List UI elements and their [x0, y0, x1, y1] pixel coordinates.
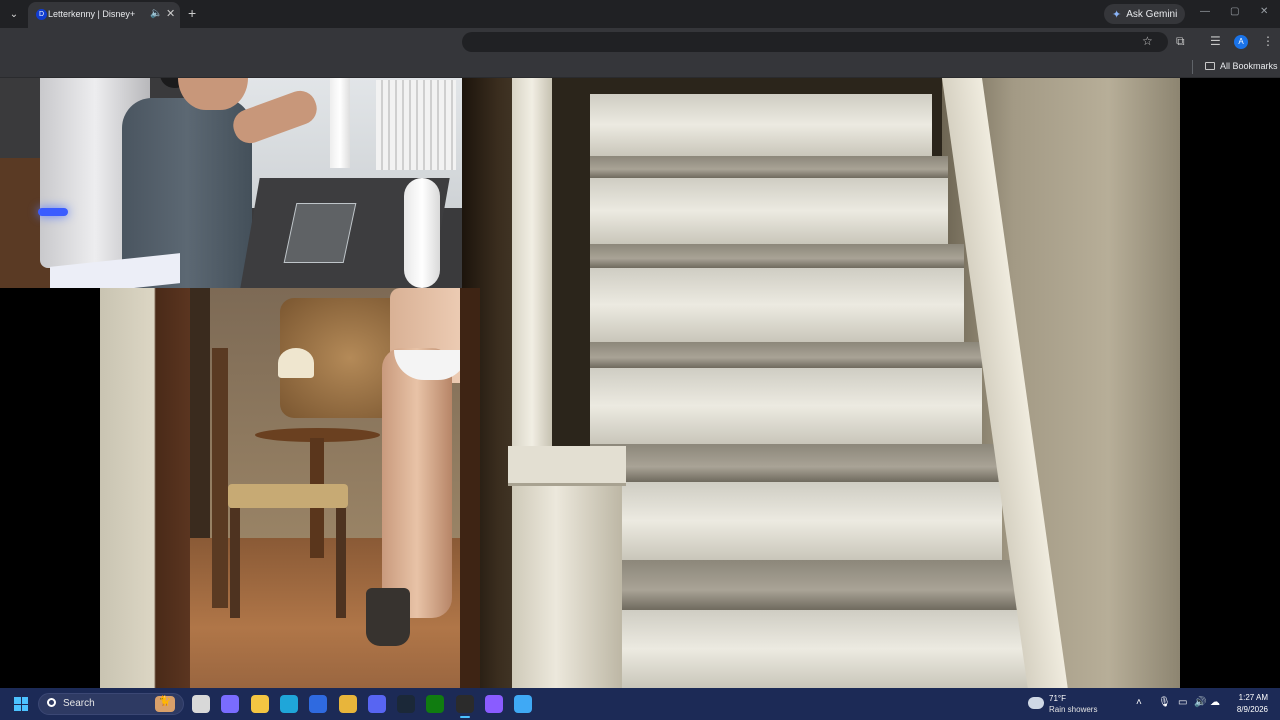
copilot-app-icon[interactable] — [221, 695, 239, 713]
folder-icon — [1205, 62, 1215, 70]
glass-sheet — [283, 203, 357, 263]
tab-strip: ⌄ D Letterkenny | Disney+ 🔈 ✕ + ✦ Ask Ge… — [0, 0, 1280, 28]
video-player[interactable] — [0, 78, 1280, 688]
gemini-sparkle-icon: ✦ — [1112, 8, 1122, 21]
video-frame-bedroom — [100, 288, 480, 688]
bookmarks-separator — [1192, 60, 1193, 74]
chrome-app-icon[interactable] — [339, 695, 357, 713]
webcam-overlay — [0, 78, 462, 288]
tab-active[interactable]: D Letterkenny | Disney+ 🔈 ✕ — [28, 2, 180, 28]
windows-start-icon[interactable] — [14, 697, 28, 711]
puzzle-icon[interactable]: ⧉ — [1176, 34, 1185, 49]
chevron-down-icon[interactable]: ⌄ — [4, 4, 24, 24]
kebab-menu-icon[interactable]: ⋮ — [1262, 34, 1274, 48]
taskbar: Search 🐈 71°F Rain showers ˄ 🎙 ▭ 🔊 ☁ 1:2… — [0, 688, 1280, 720]
maximize-button[interactable]: ▢ — [1230, 6, 1239, 17]
chair-leg — [336, 508, 346, 618]
steam-app-icon[interactable] — [397, 695, 415, 713]
chair-leg — [230, 508, 240, 618]
led-light — [38, 208, 68, 216]
task-view-app-icon[interactable] — [192, 695, 210, 713]
disney-favicon-icon: D — [36, 9, 47, 20]
app-grid-app-icon[interactable] — [485, 695, 503, 713]
display-icon[interactable]: ▭ — [1178, 697, 1187, 708]
search-placeholder: Search — [63, 698, 95, 709]
xbox-app-icon[interactable] — [426, 695, 444, 713]
discord-app-icon[interactable] — [368, 695, 386, 713]
star-icon[interactable]: ☆ — [1142, 34, 1153, 48]
lamp — [278, 348, 314, 378]
new-tab-button[interactable]: + — [188, 5, 196, 21]
video-frame-stairs — [462, 78, 1180, 688]
cloud-icon[interactable]: ☁ — [1210, 697, 1220, 708]
newel-post — [512, 78, 552, 458]
laundry-basket — [376, 80, 456, 170]
weather-cloud-icon[interactable] — [1028, 697, 1044, 709]
browser-toolbar: ☆ ⧉ ☰ ⋮ — [0, 28, 1280, 56]
volume-icon[interactable]: 🔊 — [1194, 697, 1206, 708]
search-highlight-icon: 🐈 — [155, 696, 175, 712]
weather-desc[interactable]: Rain showers — [1049, 705, 1097, 714]
microphone-icon[interactable]: 🎙 — [1158, 697, 1171, 708]
close-icon[interactable]: ✕ — [166, 7, 175, 20]
paper-roll — [404, 178, 440, 288]
reading-list-icon[interactable]: ☰ — [1210, 34, 1221, 48]
all-bookmarks-button[interactable]: All Bookmarks — [1220, 61, 1278, 71]
app-blue-app-icon[interactable] — [309, 695, 327, 713]
clock-date[interactable]: 8/9/2026 — [1226, 705, 1268, 714]
ask-gemini-button[interactable]: ✦ Ask Gemini — [1104, 4, 1186, 24]
taskbar-search[interactable]: Search 🐈 — [38, 693, 184, 715]
minimize-button[interactable]: — — [1200, 6, 1210, 17]
address-bar[interactable] — [462, 32, 1168, 52]
app-diamond-app-icon[interactable] — [514, 695, 532, 713]
door-frame-right — [460, 288, 480, 688]
edge-app-icon[interactable] — [280, 695, 298, 713]
weather-temp[interactable]: 71°F — [1049, 694, 1066, 703]
boot — [366, 588, 410, 646]
ask-gemini-label: Ask Gemini — [1126, 8, 1178, 20]
caulk-tube — [330, 78, 350, 168]
person-legs — [382, 348, 452, 618]
chair-back — [212, 348, 228, 608]
newel-cap — [508, 446, 626, 486]
chair-seat — [228, 484, 348, 508]
clock-time[interactable]: 1:27 AM — [1226, 693, 1268, 702]
chevron-up-icon[interactable]: ˄ — [1136, 697, 1142, 708]
bookmarks-bar: All Bookmarks — [0, 56, 1280, 78]
tab-title: Letterkenny | Disney+ — [48, 9, 136, 19]
close-window-button[interactable]: ✕ — [1260, 6, 1268, 17]
obs-app-icon[interactable] — [456, 695, 474, 718]
profile-avatar[interactable]: A — [1234, 35, 1248, 49]
search-icon — [47, 698, 56, 707]
door-frame-left — [100, 288, 190, 688]
file-explorer-app-icon[interactable] — [251, 695, 269, 713]
speaker-icon[interactable]: 🔈 — [150, 8, 162, 19]
